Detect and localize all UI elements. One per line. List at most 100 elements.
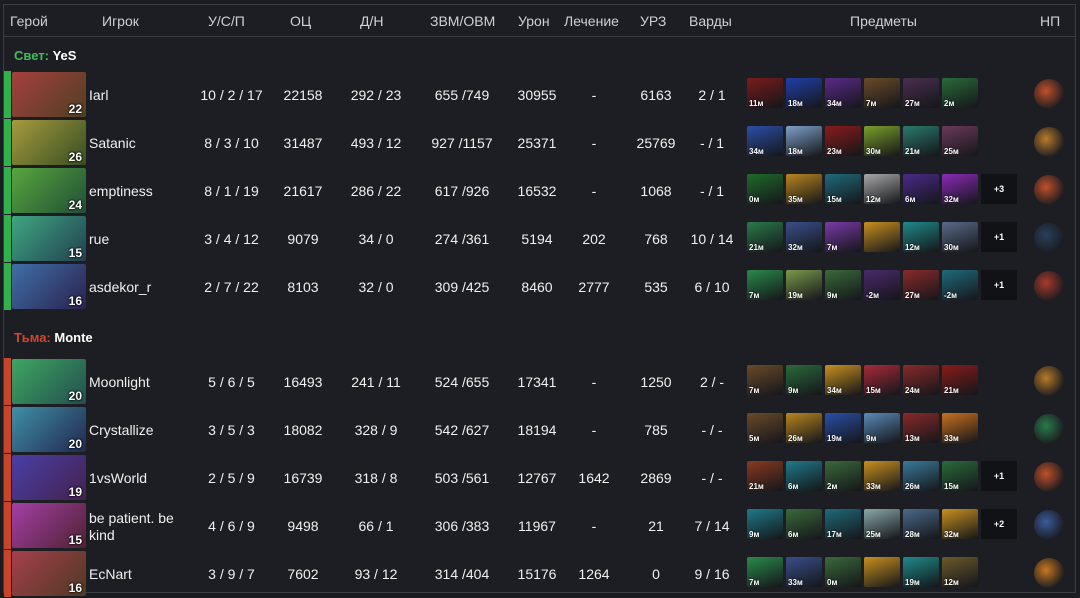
more-items-badge[interactable]: +1 [981,222,1017,252]
item-icon[interactable]: 2м [825,461,861,491]
item-icon[interactable]: 26м [786,413,822,443]
more-items-badge[interactable]: +2 [981,509,1017,539]
col-score[interactable]: ОЦ [290,13,311,29]
item-icon[interactable]: 6м [903,174,939,204]
item-icon[interactable]: 33м [864,461,900,491]
hero-portrait[interactable]: 20 [12,359,86,404]
item-icon[interactable]: 17м [825,509,861,539]
item-icon[interactable]: 11м [747,78,783,108]
table-row[interactable]: 16 EcNart 3 / 9 / 7 7602 93 / 12 314 /404 1517… [4,550,1075,598]
table-row[interactable]: 20 Crystallize 3 / 5 / 3 18082 328 / 9 542 /6… [4,406,1075,454]
neutral-item-icon[interactable] [1034,175,1064,205]
col-player[interactable]: Игрок [102,13,139,29]
hero-portrait[interactable]: 15 [12,503,86,548]
player-name[interactable]: be patient. be kind [89,510,189,544]
table-row[interactable]: 22 Iarl 10 / 2 / 17 22158 292 / 23 655 /749 30… [4,71,1075,119]
item-icon[interactable]: 33м [942,413,978,443]
neutral-item-icon[interactable] [1034,462,1064,492]
neutral-item-icon[interactable] [1034,414,1064,444]
more-items-badge[interactable]: +3 [981,174,1017,204]
item-icon[interactable]: 7м [747,270,783,300]
item-icon[interactable]: 21м [942,365,978,395]
item-icon[interactable]: 7м [825,222,861,252]
item-icon[interactable]: 18м [786,78,822,108]
col-hero[interactable]: Герой [10,13,48,29]
item-icon[interactable]: 9м [864,413,900,443]
col-kda[interactable]: У/С/П [208,13,245,29]
item-icon[interactable]: 25м [942,126,978,156]
neutral-item-icon[interactable] [1034,510,1064,540]
item-icon[interactable]: 19м [903,557,939,587]
table-row[interactable]: 19 1vsWorld 2 / 5 / 9 16739 318 / 8 503 /561 1… [4,454,1075,502]
more-items-badge[interactable]: +1 [981,461,1017,491]
table-row[interactable]: 15 rue 3 / 4 / 12 9079 34 / 0 274 /361 5194 202… [4,215,1075,263]
item-icon[interactable]: 2м [942,78,978,108]
item-icon[interactable]: 13м [903,413,939,443]
col-damage[interactable]: Урон [518,13,550,29]
item-icon[interactable]: 34м [825,365,861,395]
item-icon[interactable]: 0м [825,557,861,587]
hero-portrait[interactable]: 15 [12,216,86,261]
hero-portrait[interactable]: 19 [12,455,86,500]
item-icon[interactable]: 12м [942,557,978,587]
item-icon[interactable]: 34м [747,126,783,156]
item-icon[interactable]: 26м [903,461,939,491]
item-icon[interactable]: 6м [786,461,822,491]
hero-portrait[interactable]: 20 [12,407,86,452]
neutral-item-icon[interactable] [1034,127,1064,157]
item-icon[interactable]: 12м [864,174,900,204]
item-icon[interactable]: 32м [942,174,978,204]
col-wards[interactable]: Варды [689,13,732,29]
item-icon[interactable]: 23м [825,126,861,156]
item-icon[interactable]: 15м [864,365,900,395]
item-icon[interactable]: 9м [825,270,861,300]
hero-portrait[interactable]: 24 [12,168,86,213]
item-icon[interactable]: 32м [786,222,822,252]
player-name[interactable]: rue [89,231,109,247]
table-row[interactable]: 26 Satanic 8 / 3 / 10 31487 493 / 12 927 /115… [4,119,1075,167]
item-icon[interactable]: 19м [825,413,861,443]
col-lhd[interactable]: Д/Н [360,13,383,29]
player-name[interactable]: Iarl [89,87,108,103]
hero-portrait[interactable]: 16 [12,551,86,596]
neutral-item-icon[interactable] [1034,79,1064,109]
item-icon[interactable]: 0м [747,174,783,204]
col-gpm[interactable]: ЗВМ/ОВМ [430,13,495,29]
item-icon[interactable]: 7м [747,557,783,587]
neutral-item-icon[interactable] [1034,366,1064,396]
player-name[interactable]: asdekor_r [89,279,151,295]
item-icon[interactable]: 15м [825,174,861,204]
col-bd[interactable]: УРЗ [640,13,666,29]
item-icon[interactable]: 15м [942,461,978,491]
col-heal[interactable]: Лечение [564,13,619,29]
item-icon[interactable]: 30м [942,222,978,252]
item-icon[interactable] [864,222,900,252]
item-icon[interactable]: -2м [942,270,978,300]
col-np[interactable]: НП [1040,13,1060,29]
item-icon[interactable]: 25м [864,509,900,539]
item-icon[interactable]: 30м [864,126,900,156]
item-icon[interactable]: 32м [942,509,978,539]
player-name[interactable]: Moonlight [89,374,150,390]
item-icon[interactable]: 35м [786,174,822,204]
item-icon[interactable]: 24м [903,365,939,395]
item-icon[interactable]: 9м [786,365,822,395]
item-icon[interactable]: 33м [786,557,822,587]
item-icon[interactable]: 9м [747,509,783,539]
item-icon[interactable]: 19м [786,270,822,300]
item-icon[interactable]: 27м [903,270,939,300]
item-icon[interactable]: 18м [786,126,822,156]
hero-portrait[interactable]: 22 [12,72,86,117]
table-row[interactable]: 16 asdekor_r 2 / 7 / 22 8103 32 / 0 309 /425 8… [4,263,1075,311]
table-row[interactable]: 15 be patient. be kind 4 / 6 / 9 9498 66 / 1… [4,502,1075,550]
hero-portrait[interactable]: 16 [12,264,86,309]
item-icon[interactable]: 21м [903,126,939,156]
item-icon[interactable]: 7м [864,78,900,108]
player-name[interactable]: 1vsWorld [89,470,147,486]
item-icon[interactable]: -2м [864,270,900,300]
item-icon[interactable]: 21м [747,461,783,491]
hero-portrait[interactable]: 26 [12,120,86,165]
item-icon[interactable]: 5м [747,413,783,443]
neutral-item-icon[interactable] [1034,223,1064,253]
item-icon[interactable] [864,557,900,587]
